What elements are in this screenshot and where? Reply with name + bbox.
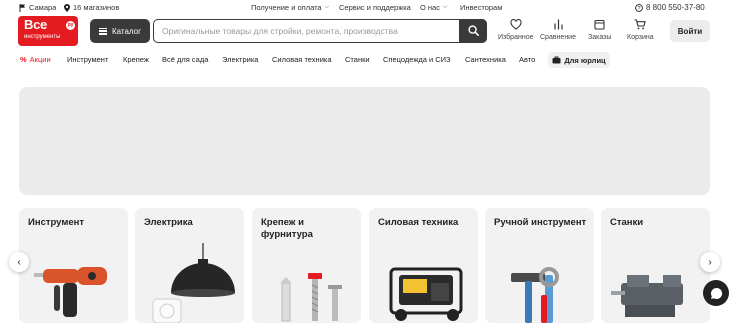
compare-bars-icon bbox=[553, 19, 563, 30]
stores-count: 16 магазинов bbox=[73, 3, 120, 12]
chat-bubble-icon bbox=[710, 287, 722, 299]
orders-button[interactable]: Заказы bbox=[588, 19, 611, 41]
search-icon bbox=[467, 25, 479, 36]
chevron-left-icon: ‹ bbox=[17, 256, 21, 268]
briefcase-icon bbox=[552, 56, 561, 64]
search-button[interactable] bbox=[459, 18, 487, 43]
chevron-down-icon: ⌵ bbox=[324, 4, 330, 10]
city-selector[interactable]: Самара bbox=[19, 3, 56, 12]
chevron-right-icon: › bbox=[708, 256, 712, 268]
nav-item[interactable]: Авто bbox=[519, 55, 535, 64]
nav-item[interactable]: Всё для сада bbox=[162, 55, 208, 64]
phone-number: 8 800 550-37-80 bbox=[646, 3, 705, 12]
service-link[interactable]: Сервис и поддержка bbox=[339, 3, 411, 12]
nav-item[interactable]: Сантехника bbox=[465, 55, 506, 64]
chevron-down-icon: ⌵ bbox=[442, 4, 448, 10]
nav-item[interactable]: Силовая техника bbox=[272, 55, 332, 64]
menu-icon bbox=[98, 27, 107, 35]
percent-icon: % bbox=[20, 55, 27, 64]
stores-link[interactable]: 16 магазинов bbox=[64, 3, 119, 12]
login-label: Войти bbox=[677, 26, 703, 36]
category-card-tools[interactable]: Инструмент bbox=[19, 208, 128, 323]
nav-item[interactable]: Крепеж bbox=[123, 55, 149, 64]
category-title: Электрика bbox=[144, 217, 193, 228]
category-title: Крепеж и фурнитура bbox=[261, 217, 313, 240]
city-name: Самара bbox=[29, 3, 57, 12]
favorites-label: Избранное bbox=[498, 34, 534, 41]
nav-promo[interactable]: % Акции bbox=[20, 55, 51, 64]
cart-icon bbox=[634, 19, 646, 30]
catalog-button[interactable]: Каталог bbox=[90, 19, 150, 43]
location-pin-icon bbox=[64, 3, 70, 12]
hammer-wrench-icon bbox=[511, 267, 559, 323]
carousel-next-button[interactable]: › bbox=[700, 252, 720, 272]
business-label: Для юрлиц bbox=[564, 55, 606, 65]
promo-banner[interactable] bbox=[19, 87, 710, 195]
about-menu[interactable]: О нас ⌵ bbox=[420, 3, 448, 12]
chat-button[interactable] bbox=[703, 280, 729, 306]
cart-button[interactable]: Корзина bbox=[627, 19, 654, 41]
compare-label: Сравнение bbox=[540, 34, 576, 41]
category-card-power-equipment[interactable]: Силовая техника bbox=[369, 208, 478, 323]
vise-icon bbox=[611, 275, 683, 317]
search-input[interactable] bbox=[162, 23, 452, 39]
nav-item[interactable]: Электрика bbox=[222, 55, 258, 64]
orders-label: Заказы bbox=[588, 34, 612, 41]
svg-text:?: ? bbox=[638, 6, 641, 12]
carousel-prev-button[interactable]: ‹ bbox=[9, 252, 29, 272]
category-title: Ручной инструмент bbox=[494, 217, 587, 228]
logo-badge: ру bbox=[66, 21, 75, 30]
delivery-menu[interactable]: Получение и оплата ⌵ bbox=[251, 3, 329, 12]
orders-box-icon bbox=[594, 19, 605, 30]
help-circle-icon: ? bbox=[635, 3, 643, 12]
lamp-icon bbox=[152, 243, 235, 323]
service-label: Сервис и поддержка bbox=[339, 3, 411, 12]
catalog-label: Каталог bbox=[111, 26, 142, 36]
top-utility-bar: Самара 16 магазинов Получение и оплата ⌵… bbox=[0, 0, 730, 15]
logo-text: Все bbox=[24, 17, 47, 32]
heart-icon bbox=[510, 19, 522, 30]
nav-promo-label: Акции bbox=[29, 55, 51, 64]
investors-link[interactable]: Инвесторам bbox=[460, 3, 502, 12]
category-title: Станки bbox=[610, 217, 644, 228]
about-label: О нас bbox=[420, 3, 440, 12]
login-button[interactable]: Войти bbox=[670, 20, 710, 42]
category-card-electrics[interactable]: Электрика bbox=[135, 208, 244, 323]
category-card-fasteners[interactable]: Крепеж и фурнитура bbox=[252, 208, 361, 323]
phone-link[interactable]: ? 8 800 550-37-80 bbox=[635, 3, 705, 12]
flag-icon bbox=[19, 3, 25, 12]
investors-label: Инвесторам bbox=[460, 3, 503, 12]
cart-label: Корзина bbox=[627, 34, 654, 41]
business-button[interactable]: Для юрлиц bbox=[548, 52, 610, 68]
favorites-button[interactable]: Избранное bbox=[498, 19, 533, 41]
generator-icon bbox=[389, 267, 463, 321]
compare-button[interactable]: Сравнение bbox=[540, 19, 576, 41]
logo-subtext: инструменты bbox=[24, 34, 61, 40]
screws-icon bbox=[280, 273, 342, 322]
category-title: Силовая техника bbox=[378, 217, 459, 228]
delivery-label: Получение и оплата bbox=[251, 3, 322, 12]
drill-icon bbox=[34, 267, 107, 317]
main-nav: % Акции Инструмент Крепеж Всё для сада Э… bbox=[0, 52, 730, 68]
search-bar bbox=[153, 18, 487, 43]
nav-item[interactable]: Спецодежда и СИЗ bbox=[383, 55, 451, 64]
category-title: Инструмент bbox=[28, 217, 85, 228]
nav-item[interactable]: Инструмент bbox=[67, 55, 108, 64]
category-card-hand-tools[interactable]: Ручной инструмент bbox=[485, 208, 594, 323]
category-card-machines[interactable]: Станки bbox=[601, 208, 710, 323]
site-logo[interactable]: Все инструменты ру bbox=[18, 16, 78, 46]
nav-item[interactable]: Станки bbox=[345, 55, 370, 64]
